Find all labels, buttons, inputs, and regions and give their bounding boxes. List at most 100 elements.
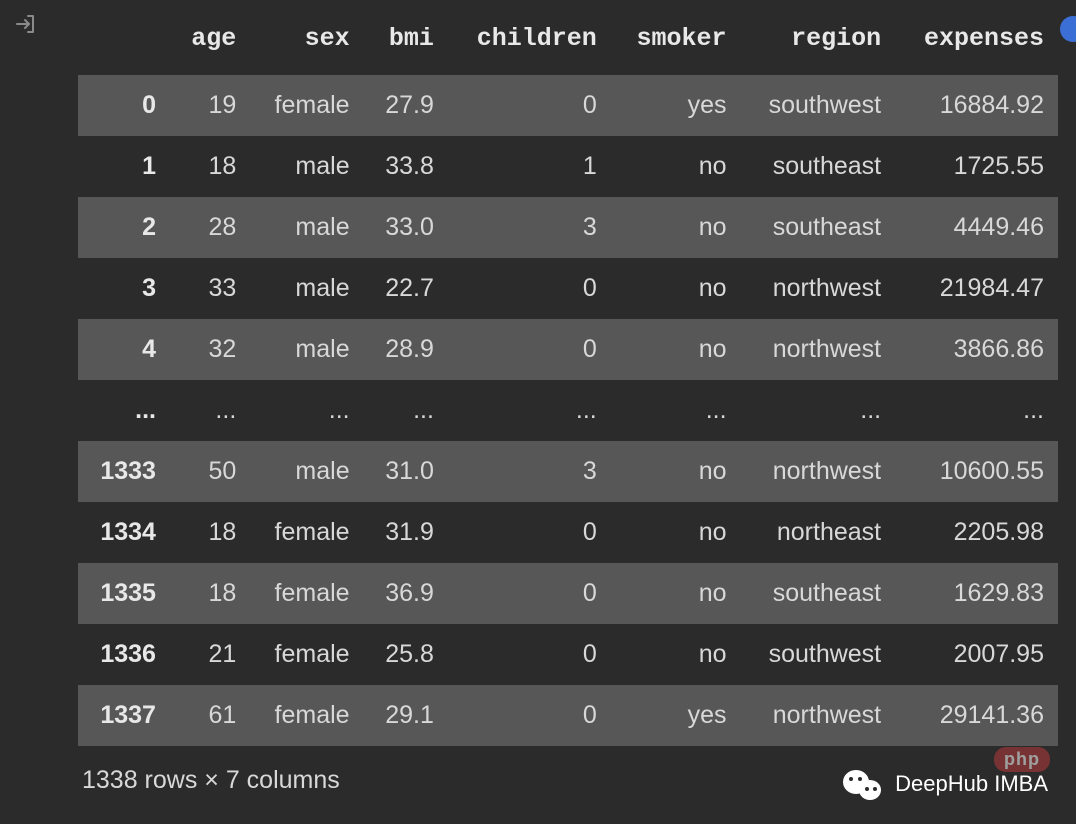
cell: male xyxy=(250,136,363,197)
table-row: 133518female36.90nosoutheast1629.83 xyxy=(78,563,1058,624)
cell: 2007.95 xyxy=(895,624,1058,685)
cell: 16884.92 xyxy=(895,75,1058,136)
cell: 33.0 xyxy=(364,197,448,258)
cell: male xyxy=(250,441,363,502)
row-index: 1334 xyxy=(78,502,170,563)
cell: northwest xyxy=(741,319,896,380)
col-header: smoker xyxy=(611,16,741,75)
header-row: age sex bmi children smoker region expen… xyxy=(78,16,1058,75)
cell: male xyxy=(250,197,363,258)
cell: 36.9 xyxy=(364,563,448,624)
col-header: children xyxy=(448,16,611,75)
cell: northwest xyxy=(741,685,896,746)
cell: 0 xyxy=(448,502,611,563)
cell: 3866.86 xyxy=(895,319,1058,380)
row-index: 1335 xyxy=(78,563,170,624)
cell: 31.0 xyxy=(364,441,448,502)
cell: ... xyxy=(364,380,448,441)
row-index: 3 xyxy=(78,258,170,319)
row-index: 1336 xyxy=(78,624,170,685)
cell: northwest xyxy=(741,258,896,319)
cell: 28.9 xyxy=(364,319,448,380)
table-row: 118male33.81nosoutheast1725.55 xyxy=(78,136,1058,197)
cell: no xyxy=(611,319,741,380)
cell: yes xyxy=(611,685,741,746)
row-index: 1333 xyxy=(78,441,170,502)
col-header: age xyxy=(170,16,250,75)
cell: 4449.46 xyxy=(895,197,1058,258)
cell: 50 xyxy=(170,441,250,502)
cell: 1725.55 xyxy=(895,136,1058,197)
cell: ... xyxy=(741,380,896,441)
cell: 0 xyxy=(448,75,611,136)
cell: northeast xyxy=(741,502,896,563)
cell: 0 xyxy=(448,624,611,685)
cell: 32 xyxy=(170,319,250,380)
cell: 61 xyxy=(170,685,250,746)
dataframe-table: age sex bmi children smoker region expen… xyxy=(78,16,1058,746)
row-index: 4 xyxy=(78,319,170,380)
cell: 22.7 xyxy=(364,258,448,319)
cell: 2205.98 xyxy=(895,502,1058,563)
cell: southwest xyxy=(741,624,896,685)
table-row: ........................ xyxy=(78,380,1058,441)
dataframe-output: age sex bmi children smoker region expen… xyxy=(0,0,1076,811)
cell: 3 xyxy=(448,197,611,258)
cell: 0 xyxy=(448,685,611,746)
cell: ... xyxy=(250,380,363,441)
cell: female xyxy=(250,502,363,563)
cell: 21984.47 xyxy=(895,258,1058,319)
col-header: region xyxy=(741,16,896,75)
cell: 1 xyxy=(448,136,611,197)
cell: 18 xyxy=(170,563,250,624)
cell: no xyxy=(611,258,741,319)
cell: 28 xyxy=(170,197,250,258)
table-row: 432male28.90nonorthwest3866.86 xyxy=(78,319,1058,380)
cell: female xyxy=(250,624,363,685)
cell: 10600.55 xyxy=(895,441,1058,502)
table-row: 133761female29.10yesnorthwest29141.36 xyxy=(78,685,1058,746)
cell: 1629.83 xyxy=(895,563,1058,624)
row-index: 1337 xyxy=(78,685,170,746)
table-body: 019female27.90yessouthwest16884.92118mal… xyxy=(78,75,1058,746)
cell: southwest xyxy=(741,75,896,136)
cell: southeast xyxy=(741,136,896,197)
row-index: 0 xyxy=(78,75,170,136)
cell: no xyxy=(611,197,741,258)
cell: female xyxy=(250,75,363,136)
cell: southeast xyxy=(741,197,896,258)
cell: no xyxy=(611,624,741,685)
cell: no xyxy=(611,441,741,502)
cell: ... xyxy=(448,380,611,441)
cell: 33 xyxy=(170,258,250,319)
cell: no xyxy=(611,136,741,197)
dataframe-summary: 1338 rows × 7 columns xyxy=(78,766,1058,795)
cell: ... xyxy=(895,380,1058,441)
cell: 0 xyxy=(448,258,611,319)
cell: yes xyxy=(611,75,741,136)
cell: northwest xyxy=(741,441,896,502)
col-header: expenses xyxy=(895,16,1058,75)
cell: 0 xyxy=(448,563,611,624)
cell: 18 xyxy=(170,502,250,563)
cell: male xyxy=(250,258,363,319)
cell: 31.9 xyxy=(364,502,448,563)
cell: 33.8 xyxy=(364,136,448,197)
cell: female xyxy=(250,685,363,746)
table-row: 019female27.90yessouthwest16884.92 xyxy=(78,75,1058,136)
row-index: 2 xyxy=(78,197,170,258)
cell: 29141.36 xyxy=(895,685,1058,746)
cell: no xyxy=(611,563,741,624)
col-header: sex xyxy=(250,16,363,75)
row-index: 1 xyxy=(78,136,170,197)
table-row: 133350male31.03nonorthwest10600.55 xyxy=(78,441,1058,502)
cell: 0 xyxy=(448,319,611,380)
cell: no xyxy=(611,502,741,563)
index-header xyxy=(78,16,170,75)
cell: 19 xyxy=(170,75,250,136)
table-row: 133418female31.90nonortheast2205.98 xyxy=(78,502,1058,563)
cell: 21 xyxy=(170,624,250,685)
table-row: 333male22.70nonorthwest21984.47 xyxy=(78,258,1058,319)
col-header: bmi xyxy=(364,16,448,75)
cell: female xyxy=(250,563,363,624)
